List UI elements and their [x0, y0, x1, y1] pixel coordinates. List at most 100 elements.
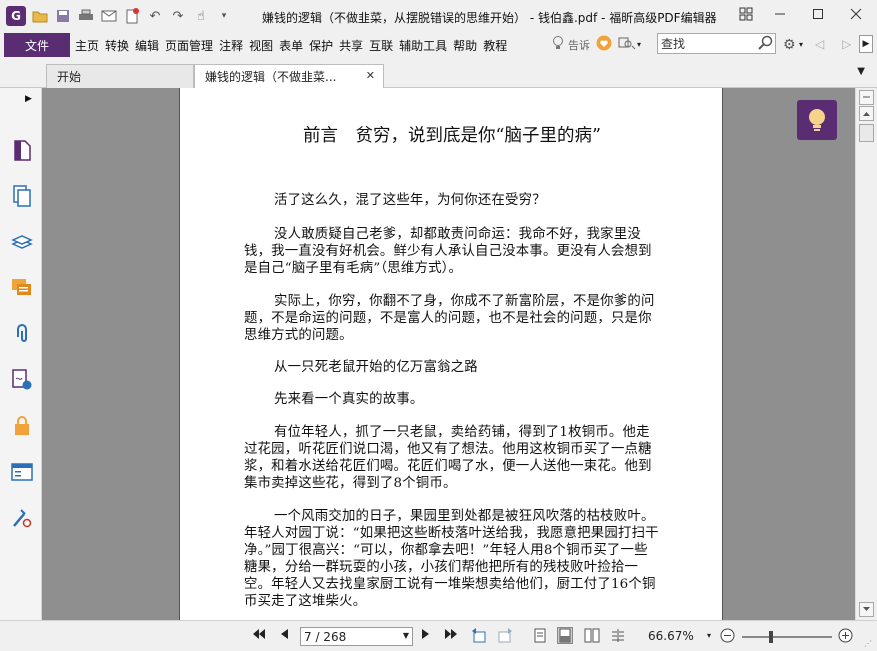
paragraph: 没人敢质疑自己老爹，却都敢责问命运：我命不好，我家里没钱，我一直没有好机会。鲜少… [244, 227, 652, 276]
first-page-icon[interactable] [252, 627, 266, 645]
menu-form[interactable]: 表单 [276, 37, 306, 54]
resize-grip-icon[interactable]: ⋰ [864, 639, 872, 648]
menu-share[interactable]: 共享 [336, 37, 366, 54]
vertical-scrollbar[interactable] [855, 88, 877, 620]
close-icon[interactable] [842, 4, 870, 24]
facing-view-icon[interactable] [584, 627, 600, 644]
page-dropdown-icon[interactable]: ▼ [403, 631, 409, 640]
pdf-page[interactable]: 前言 贫穷，说到底是你“脑子里的病” 活了这么久，混了这些年，为何你还在受穷？ … [179, 88, 723, 620]
next-page-icon[interactable] [421, 627, 431, 645]
tab-bar: 开始 嫌钱的逻辑（不做韭菜... ✕ ▼ [0, 58, 877, 88]
paragraph: 有位年轻人，抓了一只老鼠，卖给药铺，得到了1枚铜币。他走过花园，听花匠们说口渴，… [244, 425, 652, 491]
page-title: 前言 贫穷，说到底是你“脑子里的病” [303, 126, 601, 146]
open-folder-icon[interactable] [31, 7, 49, 25]
layout-icon[interactable] [732, 4, 760, 24]
paragraph: 从一只死老鼠开始的亿万富翁之路 [274, 360, 478, 375]
page-thumbnail-icon[interactable] [10, 138, 34, 162]
single-page-view-icon[interactable] [532, 627, 548, 644]
sidebar-expand-icon[interactable]: ▶ [25, 94, 32, 104]
undo-icon[interactable]: ↶ [146, 7, 164, 25]
menu-page-management[interactable]: 页面管理 [162, 37, 216, 54]
previous-page-icon[interactable] [279, 627, 289, 645]
comments-icon[interactable] [10, 276, 34, 300]
layers-icon[interactable] [10, 230, 34, 254]
redo-icon[interactable]: ↷ [169, 7, 187, 25]
window-title: 嫌钱的逻辑（不做韭菜，从摆脱错误的思维开始） - 钱伯鑫.pdf - 福昕高级P… [262, 11, 717, 25]
paragraph: 实际上，你穷，你翻不了身，你成不了新富阶层，不是你爹的问题，不是命运的问题，不是… [244, 294, 655, 343]
last-page-icon[interactable] [444, 627, 458, 645]
settings-gear-icon[interactable]: ⚙ [783, 37, 796, 53]
left-sidebar: ▶ [0, 88, 42, 620]
form-fields-icon[interactable] [10, 460, 34, 484]
scrollbar-thumb[interactable] [859, 124, 874, 142]
maximize-icon[interactable] [804, 4, 832, 24]
scroll-down-arrow[interactable] [859, 602, 874, 617]
menu-home[interactable]: 主页 [72, 37, 102, 54]
status-bar: 7 / 268 ▼ 66.67% ▾ ⋰ [0, 620, 877, 651]
file-menu[interactable]: 文件 [4, 33, 70, 57]
menu-tutorial[interactable]: 教程 [480, 37, 510, 54]
page-number-input[interactable]: 7 / 268 ▼ [300, 627, 413, 646]
tab-document[interactable]: 嫌钱的逻辑（不做韭菜... ✕ [194, 64, 384, 88]
print-icon[interactable] [77, 7, 95, 25]
title-bar: G ↶ ↷ ☝ ▾ 嫌钱的逻辑（不做韭菜，从摆脱错误的思维开始） - 钱伯鑫.p… [0, 0, 877, 32]
tab-close-icon[interactable]: ✕ [366, 69, 375, 82]
zoom-in-icon[interactable] [838, 628, 853, 646]
tab-label: 嫌钱的逻辑（不做韭菜... [205, 70, 337, 84]
signature-icon[interactable] [10, 368, 34, 392]
find-options-icon[interactable] [618, 36, 636, 53]
document-area[interactable]: 前言 贫穷，说到底是你“脑子里的病” 活了这么久，混了这些年，为何你还在受穷？ … [42, 88, 855, 620]
next-view-icon[interactable] [497, 627, 513, 647]
pages-panel-icon[interactable] [10, 184, 34, 208]
paragraph: 活了这么久，混了这些年，为何你还在受穷？ [274, 193, 546, 208]
paragraph: 先来看一个真实的故事。 [274, 392, 424, 407]
search-placeholder: 查找 [661, 37, 686, 51]
search-input[interactable]: 查找 [657, 33, 776, 54]
security-lock-icon[interactable] [10, 414, 34, 438]
menu-connect[interactable]: 互联 [366, 37, 396, 54]
menu-items: 主页 转换 编辑 页面管理 注释 视图 表单 保护 共享 互联 辅助工具 帮助 … [72, 37, 510, 54]
customize-quick-access-icon[interactable]: ▾ [215, 7, 233, 25]
certificate-tools-icon[interactable] [10, 506, 34, 530]
minimize-icon[interactable] [766, 4, 794, 24]
lightbulb-icon[interactable] [552, 35, 564, 54]
back-icon[interactable]: ◁ [815, 37, 824, 51]
scroll-up-button[interactable] [859, 90, 874, 105]
menu-comment[interactable]: 注释 [216, 37, 246, 54]
tab-home[interactable]: 开始 [46, 64, 194, 88]
tab-overflow-icon[interactable]: ▼ [857, 66, 865, 77]
forward-icon[interactable]: ▷ [842, 37, 851, 51]
continuous-facing-view-icon[interactable] [610, 627, 626, 644]
menu-protect[interactable]: 保护 [306, 37, 336, 54]
previous-view-icon[interactable] [471, 627, 487, 647]
tab-label: 开始 [57, 70, 82, 84]
menu-help[interactable]: 帮助 [450, 37, 480, 54]
zoom-out-icon[interactable] [720, 628, 735, 646]
menu-view[interactable]: 视图 [246, 37, 276, 54]
zoom-slider-thumb[interactable] [769, 631, 773, 643]
ribbon-toggle-icon[interactable]: ▶ [859, 35, 873, 53]
right-tools: 告诉 ▾ [552, 35, 641, 54]
zoom-level[interactable]: 66.67% [648, 629, 694, 643]
save-icon[interactable] [54, 7, 72, 25]
find-dropdown-icon[interactable]: ▾ [637, 40, 641, 49]
hand-tool-icon[interactable]: ☝ [192, 7, 210, 25]
settings-dropdown-icon[interactable]: ▾ [799, 40, 803, 49]
zoom-dropdown-icon[interactable]: ▾ [707, 631, 711, 640]
search-icon[interactable] [758, 35, 773, 54]
lightbulb-icon[interactable] [797, 100, 837, 140]
email-icon[interactable] [100, 7, 118, 25]
continuous-view-icon[interactable] [557, 627, 573, 644]
tell-me-label[interactable]: 告诉 [568, 37, 590, 53]
scroll-up-arrow[interactable] [859, 106, 874, 121]
page-indicator: 7 / 268 [304, 629, 347, 644]
new-document-icon[interactable] [123, 7, 141, 25]
menu-bar: 文件 主页 转换 编辑 页面管理 注释 视图 表单 保护 共享 互联 辅助工具 … [0, 32, 877, 58]
attachment-icon[interactable] [10, 322, 34, 346]
menu-convert[interactable]: 转换 [102, 37, 132, 54]
menu-edit[interactable]: 编辑 [132, 37, 162, 54]
app-logo-icon[interactable]: G [6, 6, 26, 26]
menu-accessibility[interactable]: 辅助工具 [396, 37, 450, 54]
zoom-slider[interactable] [742, 631, 832, 643]
feedback-heart-icon[interactable] [596, 35, 612, 54]
